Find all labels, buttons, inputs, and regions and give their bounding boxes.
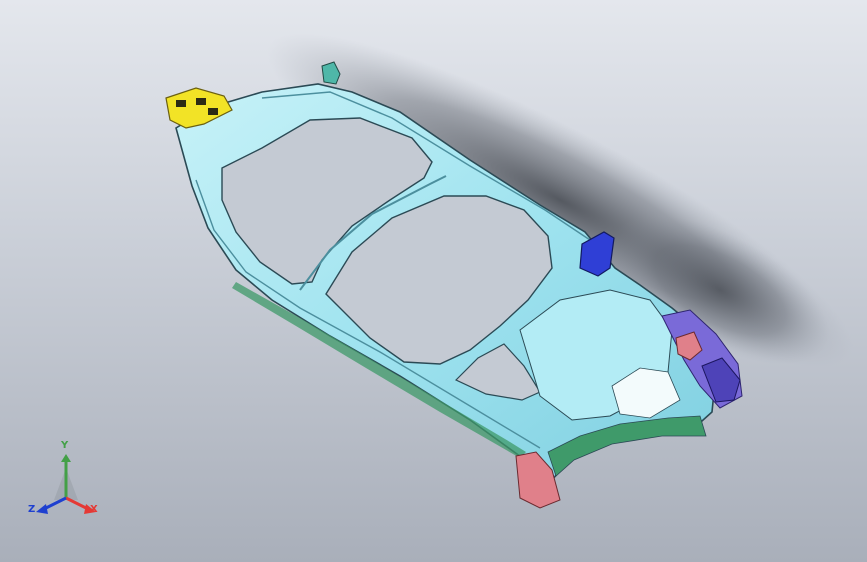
cad-viewport[interactable]: Y X Z [0, 0, 867, 562]
model-view[interactable] [0, 0, 867, 562]
triad-x-label: X [90, 504, 98, 515]
coordinate-triad: Y X Z [28, 440, 104, 524]
triad-z-label: Z [28, 504, 36, 515]
triad-y-label: Y [61, 440, 69, 451]
